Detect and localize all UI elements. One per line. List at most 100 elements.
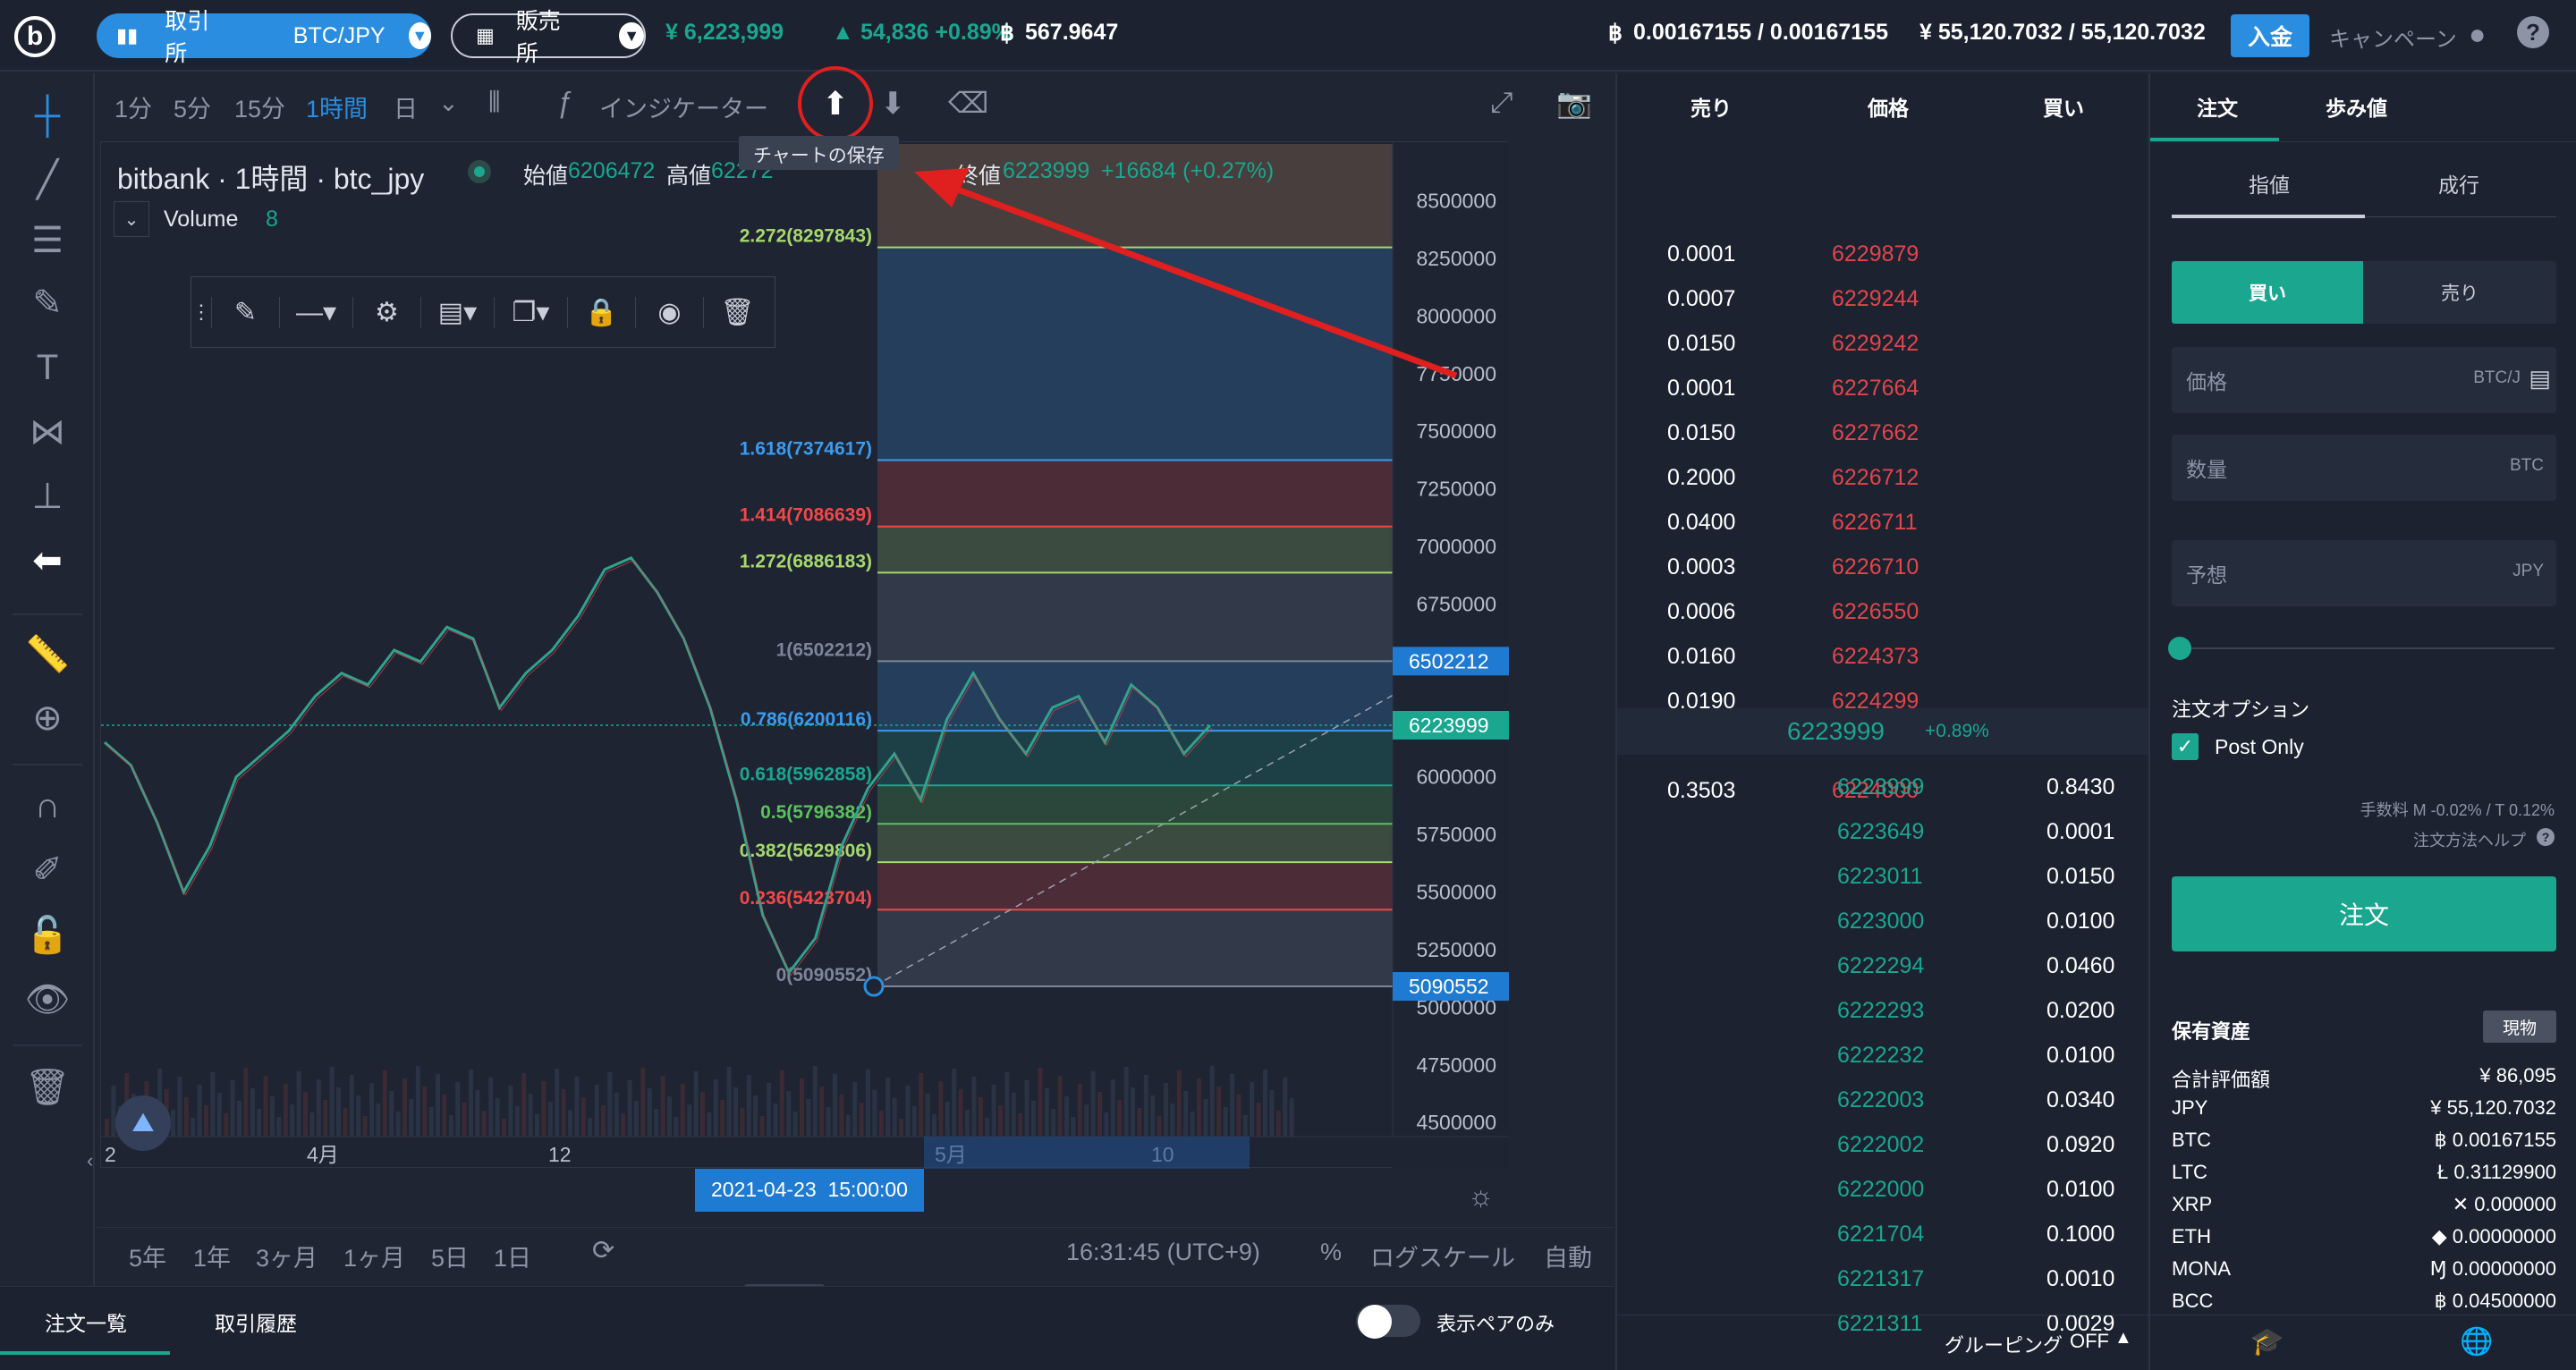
- drag-handle-icon[interactable]: ⋮: [191, 300, 211, 324]
- brush-color-icon[interactable]: ✎: [211, 296, 279, 328]
- ask-row[interactable]: 0.0007 6229244: [1617, 279, 2148, 318]
- lock-icon[interactable]: 🔒: [567, 296, 635, 328]
- learn-icon[interactable]: 🎓: [2250, 1326, 2284, 1357]
- help-icon[interactable]: ?: [2517, 16, 2549, 48]
- tab-trades[interactable]: 歩み値: [2326, 91, 2387, 122]
- bid-row[interactable]: 6222002 0.0920: [1617, 1125, 2148, 1164]
- quantity-field[interactable]: 数量 BTC: [2172, 435, 2556, 501]
- back-arrow-icon[interactable]: ⬅: [23, 537, 72, 585]
- visibility-icon[interactable]: ◉: [635, 296, 703, 328]
- unlock-icon[interactable]: 🔓: [23, 910, 72, 959]
- ask-row[interactable]: 0.0001 6229879: [1617, 234, 2148, 274]
- trendline-icon[interactable]: ╱: [23, 156, 72, 204]
- tab-orders[interactable]: 注文一覧: [45, 1307, 127, 1337]
- fullscreen-icon[interactable]: ⤢: [1490, 86, 1513, 120]
- percent-toggle[interactable]: %: [1320, 1239, 1342, 1266]
- ask-row[interactable]: 0.0400 6226711: [1617, 503, 2148, 542]
- log-scale-toggle[interactable]: ログスケール: [1370, 1239, 1515, 1273]
- interval-1d[interactable]: 日: [394, 89, 418, 124]
- bid-row[interactable]: 6221704 0.1000: [1617, 1214, 2148, 1254]
- line-style-icon[interactable]: —▾: [279, 296, 352, 328]
- shop-selector[interactable]: ▦ 販売所 ▼: [451, 9, 646, 66]
- bid-row[interactable]: 6222003 0.0340: [1617, 1080, 2148, 1120]
- goto-date-icon[interactable]: ⟳: [592, 1235, 614, 1266]
- help-link[interactable]: 注文方法ヘルプ: [2413, 828, 2526, 851]
- ask-row[interactable]: 0.0160 6224373: [1617, 637, 2148, 676]
- bid-row[interactable]: 6222232 0.0100: [1617, 1036, 2148, 1075]
- range-1d[interactable]: 1日: [494, 1239, 531, 1273]
- tab-order[interactable]: 注文: [2197, 91, 2238, 122]
- caret-up-icon[interactable]: ▲: [2114, 1328, 2132, 1349]
- tab-limit[interactable]: 指値: [2249, 168, 2290, 199]
- price-chart[interactable]: 2.272(8297843) 1.618(7374617) 1.414(708663…: [87, 141, 1509, 1212]
- grouping-state[interactable]: OFF: [2070, 1330, 2109, 1353]
- camera-icon[interactable]: 📷: [1556, 86, 1592, 120]
- eye-icon[interactable]: 👁: [23, 975, 72, 1023]
- zoom-in-icon[interactable]: ⊕: [23, 694, 72, 742]
- candle-type-icon[interactable]: ⫴: [488, 86, 500, 120]
- ask-row[interactable]: 0.0003 6226710: [1617, 547, 2148, 587]
- bid-row[interactable]: 6223011 0.0150: [1617, 857, 2148, 896]
- bid-row[interactable]: 6222294 0.0460: [1617, 946, 2148, 985]
- indicator-button[interactable]: インジケーター: [599, 89, 768, 124]
- bid-row[interactable]: 6222293 0.0200: [1617, 991, 2148, 1030]
- bid-row[interactable]: 6222000 0.0100: [1617, 1170, 2148, 1209]
- ask-row[interactable]: 0.0001 6227664: [1617, 368, 2148, 408]
- bitbank-logo[interactable]: b: [14, 16, 55, 57]
- chevron-down-icon[interactable]: ⌄: [438, 89, 459, 117]
- delete-drawing-icon[interactable]: 🗑: [703, 296, 771, 328]
- trash-icon[interactable]: 🗑: [23, 1062, 72, 1111]
- bid-row[interactable]: 6223649 0.0001: [1617, 812, 2148, 851]
- range-1m[interactable]: 1ヶ月: [343, 1239, 405, 1273]
- save-chart-button[interactable]: ⬆: [798, 66, 873, 141]
- amount-slider-handle[interactable]: [2168, 637, 2191, 660]
- ask-row[interactable]: 0.0006 6226550: [1617, 592, 2148, 631]
- spot-badge[interactable]: 現物: [2483, 1011, 2556, 1043]
- text-tool-icon[interactable]: T: [23, 343, 72, 392]
- range-5y[interactable]: 5年: [129, 1239, 166, 1273]
- collapse-legend-button[interactable]: ⌄: [114, 201, 149, 237]
- ask-row[interactable]: 0.2000 6226712: [1617, 458, 2148, 497]
- globe-icon[interactable]: 🌐: [2460, 1326, 2493, 1357]
- submit-order-button[interactable]: 注文: [2172, 876, 2556, 951]
- interval-5m[interactable]: 5分: [174, 89, 211, 124]
- ruler-icon[interactable]: 📏: [23, 630, 72, 678]
- amount-slider-track[interactable]: [2175, 647, 2555, 649]
- brush-icon[interactable]: ✎: [23, 279, 72, 327]
- pair-only-toggle[interactable]: [1356, 1305, 1420, 1339]
- prediction-tool-icon[interactable]: ⊥: [23, 472, 72, 520]
- buy-toggle[interactable]: 買い: [2172, 261, 2363, 324]
- eraser-icon[interactable]: ⌫: [948, 86, 988, 120]
- tradingview-logo[interactable]: ⛰: [115, 1095, 171, 1151]
- exchange-selector[interactable]: ▮▮ 取引所 BTC/JPY ▼: [97, 9, 431, 66]
- post-only-checkbox[interactable]: ✓: [2172, 733, 2199, 760]
- scroll-left-icon[interactable]: ‹: [87, 1149, 93, 1172]
- layers-icon[interactable]: ▤▾: [420, 296, 494, 328]
- range-1y[interactable]: 1年: [193, 1239, 231, 1273]
- clone-icon[interactable]: ❐▾: [494, 296, 567, 328]
- ask-row[interactable]: 0.0150 6227662: [1617, 413, 2148, 452]
- tab-history[interactable]: 取引履歴: [215, 1307, 297, 1337]
- download-icon[interactable]: ⬇: [880, 86, 906, 122]
- deposit-button[interactable]: 入金: [2231, 14, 2309, 57]
- range-5d[interactable]: 5日: [431, 1239, 469, 1273]
- bid-row[interactable]: 6223999 0.8430: [1617, 767, 2148, 807]
- pencil-lock-icon[interactable]: ✐: [23, 846, 72, 894]
- interval-1h[interactable]: 1時間: [306, 89, 368, 124]
- id-card-icon[interactable]: ▤: [2529, 365, 2551, 393]
- user-icon[interactable]: ●: [2469, 18, 2486, 51]
- magnet-icon[interactable]: ∩: [23, 782, 72, 830]
- function-icon[interactable]: ƒ: [556, 86, 572, 119]
- help-icon[interactable]: ?: [2537, 828, 2555, 846]
- tab-market[interactable]: 成行: [2438, 168, 2479, 199]
- interval-1m[interactable]: 1分: [114, 89, 152, 124]
- crosshair-icon[interactable]: ┼: [23, 91, 72, 140]
- campaign-link[interactable]: キャンペーン: [2329, 21, 2457, 53]
- chart-settings-icon[interactable]: ☼: [1468, 1180, 1494, 1213]
- pattern-tool-icon[interactable]: ⋈: [23, 408, 72, 456]
- range-3m[interactable]: 3ヶ月: [256, 1239, 318, 1273]
- bid-row[interactable]: 6223000 0.0100: [1617, 901, 2148, 941]
- interval-15m[interactable]: 15分: [234, 89, 285, 124]
- settings-icon[interactable]: ⚙: [352, 296, 420, 328]
- sell-toggle[interactable]: 売り: [2363, 261, 2556, 324]
